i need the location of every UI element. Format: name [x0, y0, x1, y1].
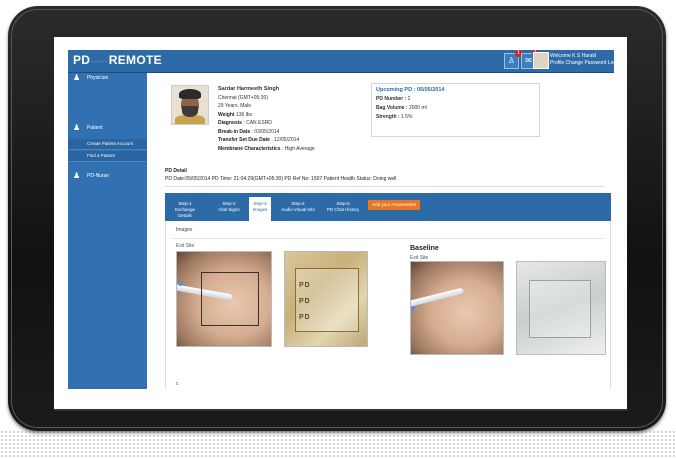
tab-label: PD Chat History [326, 207, 360, 212]
sidebar-subitem-create-patient[interactable]: Create Patient Account [68, 139, 147, 150]
catheter-tip [411, 306, 415, 311]
bag-print-text: PD [299, 282, 311, 289]
sidebar-item-label: Physician [87, 75, 109, 81]
subitem-label: Find a Patient [87, 153, 115, 158]
user-alert-icon[interactable]: ♙ 1 [504, 50, 522, 69]
subitem-label: Create Patient Account [87, 141, 134, 146]
upcoming-pd-number: PD Number : 2 [376, 96, 411, 102]
tab-images[interactable]: Step-3 Images [249, 197, 271, 221]
logo-separator: ····· [91, 56, 108, 66]
sidebar-item-physician[interactable]: ♟ Physician [68, 73, 147, 83]
tab-audio-visual-info[interactable]: Step-4 Audio Visual Info [277, 197, 319, 221]
tab-label: Exchange Details [174, 207, 195, 218]
patient-weight: Weight 136 lbs [218, 111, 253, 118]
add-assessment-button[interactable]: Add your Assessment [368, 200, 420, 210]
tab-label: Audio Visual Info [281, 207, 315, 212]
patient-icon: ♟ [73, 123, 81, 132]
image-selection-box[interactable] [201, 272, 259, 326]
tab-label: Images [252, 207, 268, 212]
top-header-bar: PD·····REMOTE ♙ 1 ✉ 1 Welcome K S Harald… [68, 50, 623, 73]
patient-timezone: Chennai (GMT+05:30) [218, 94, 268, 101]
sidebar-item-label: PD-Nurse [87, 173, 109, 179]
tab-exchange-details[interactable]: Step-1 Exchange Details [168, 197, 202, 221]
baseline-dialysis-bag-image[interactable] [516, 261, 606, 355]
bag-clear-area [529, 280, 591, 338]
dialysis-bag-image[interactable]: PD PD PD [284, 251, 368, 347]
nurse-icon: ♟ [73, 171, 81, 180]
baseline-heading: Baseline [410, 245, 439, 252]
patient-photo [171, 85, 209, 125]
sidebar-nav: ♟ Physician ♟ Patient Create Patient Acc… [68, 73, 147, 389]
catheter-tip [178, 281, 183, 286]
patient-name: Sardar Harmeeth Singh [218, 86, 280, 92]
logo-text-pd: PD [73, 53, 91, 67]
upcoming-strength: Strength : 1.5% [376, 114, 413, 120]
more-content-hint: c [176, 381, 179, 387]
tablet-screen: PD·····REMOTE ♙ 1 ✉ 1 Welcome K S Harald… [54, 37, 627, 409]
step-tabs: Step-1 Exchange Details Step-2 Vital Sig… [165, 193, 611, 221]
sidebar-item-label: Patient [87, 125, 103, 131]
pd-detail-line: PD Date:05/05/2014 PD Time: 21:04:29(GMT… [165, 176, 397, 182]
pd-detail-heading: PD Detail [165, 168, 187, 174]
patient-age-sex: 29 Years, Male [218, 103, 252, 109]
tab-vital-signs[interactable]: Step-2 Vital Signs [215, 197, 243, 221]
physician-icon: ♟ [73, 73, 81, 82]
upcoming-pd-title: Upcoming PD : 05/05/2014 [376, 87, 445, 93]
upcoming-bag-volume: Bag Volume : 2000 ml [376, 105, 427, 111]
photo-turban [179, 89, 201, 99]
welcome-block: Welcome K S Harald Profile Change Passwo… [550, 53, 623, 67]
sidebar-item-patient[interactable]: ♟ Patient [68, 121, 147, 135]
patient-transfer-date: Transfer Set Due Date : 12/05/2014 [218, 137, 300, 143]
bag-print-text: PD [299, 314, 311, 321]
baseline-exit-site-image[interactable] [410, 261, 504, 355]
screen-bottom-edge [54, 409, 627, 411]
main-content: Sardar Harmeeth Singh Chennai (GMT+05:30… [147, 73, 614, 389]
panel-divider [172, 238, 604, 239]
upcoming-pd-box: Upcoming PD : 05/05/2014 PD Number : 2 B… [371, 83, 540, 137]
images-panel: Images Exit Site Baseline Exit Site PD P… [165, 221, 611, 389]
patient-breakin-date: Break-in Date : 03/05/2014 [218, 128, 280, 135]
exit-site-label: Exit Site [176, 243, 195, 249]
catheter-tube [411, 287, 464, 308]
pd-detail-section: PD Detail PD Date:05/05/2014 PD Time: 21… [165, 167, 605, 183]
divider [165, 186, 605, 187]
tab-pd-chat-history[interactable]: Step-5 PD Chat History [323, 197, 363, 221]
floor-shadow [0, 430, 676, 459]
user-avatar[interactable] [533, 52, 549, 69]
welcome-text: Welcome K S Harald [550, 53, 597, 59]
logo-text-remote: REMOTE [108, 53, 162, 67]
images-section-label: Images [176, 227, 193, 233]
patient-info: Sardar Harmeeth Singh Chennai (GMT+05:30… [218, 85, 315, 153]
bag-print-text: PD [299, 298, 311, 305]
photo-beard [182, 106, 198, 117]
sidebar-item-pd-nurse[interactable]: ♟ PD-Nurse [68, 169, 147, 183]
account-links[interactable]: Profile Change Password Logout [550, 60, 623, 67]
tab-label: Vital Signs [218, 207, 240, 212]
sidebar-subitem-find-patient[interactable]: Find a Patient [68, 151, 147, 162]
exit-site-image[interactable] [176, 251, 272, 347]
patient-diagnosis: Diagnosis : CAN ESRD [218, 120, 272, 126]
app-logo[interactable]: PD·····REMOTE [73, 53, 162, 67]
patient-membrane: Membrane Characteristics : High Average [218, 145, 315, 152]
